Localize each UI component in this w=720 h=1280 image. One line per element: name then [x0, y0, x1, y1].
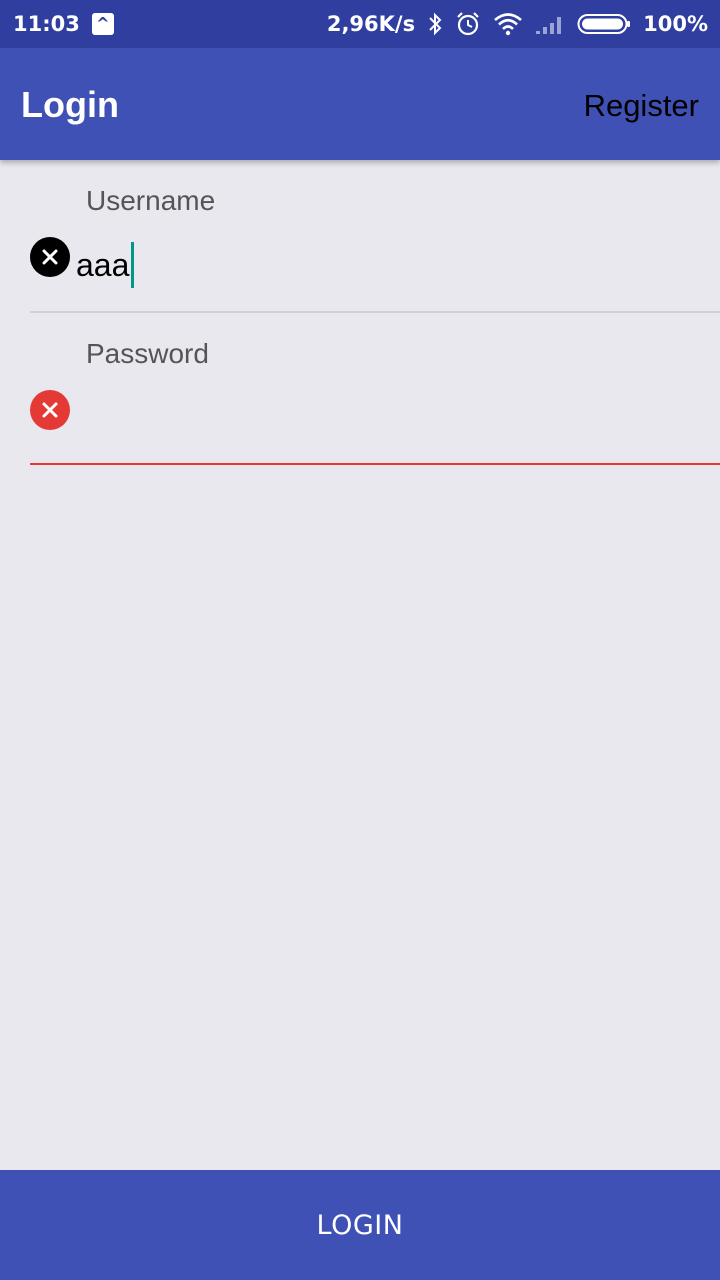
username-input[interactable]: aaa	[76, 242, 135, 288]
status-time: 11:03	[13, 12, 80, 36]
app-bar: Login Register	[0, 48, 720, 160]
password-input[interactable]	[76, 390, 716, 440]
register-button[interactable]: Register	[584, 88, 699, 124]
password-underline	[30, 463, 720, 465]
network-speed: 2,96K/s	[326, 12, 416, 36]
signal-icon	[535, 13, 565, 35]
battery-level: 100%	[643, 12, 708, 36]
status-bar: 11:03 ^ 2,96K/s 100%	[0, 0, 720, 48]
wifi-icon	[493, 12, 523, 36]
password-label: Password	[86, 338, 209, 369]
clear-username-icon[interactable]	[30, 237, 70, 277]
page-title: Login	[21, 84, 119, 125]
alarm-icon	[455, 11, 481, 37]
bluetooth-icon	[427, 12, 443, 36]
clear-password-error-icon[interactable]	[30, 390, 70, 430]
login-button[interactable]: LOGIN	[0, 1170, 720, 1280]
battery-icon	[577, 13, 631, 35]
username-underline	[30, 311, 720, 313]
username-label: Username	[86, 185, 216, 216]
text-cursor	[131, 242, 135, 288]
username-value: aaa	[76, 246, 130, 283]
app-notification-icon: ^	[91, 13, 114, 35]
